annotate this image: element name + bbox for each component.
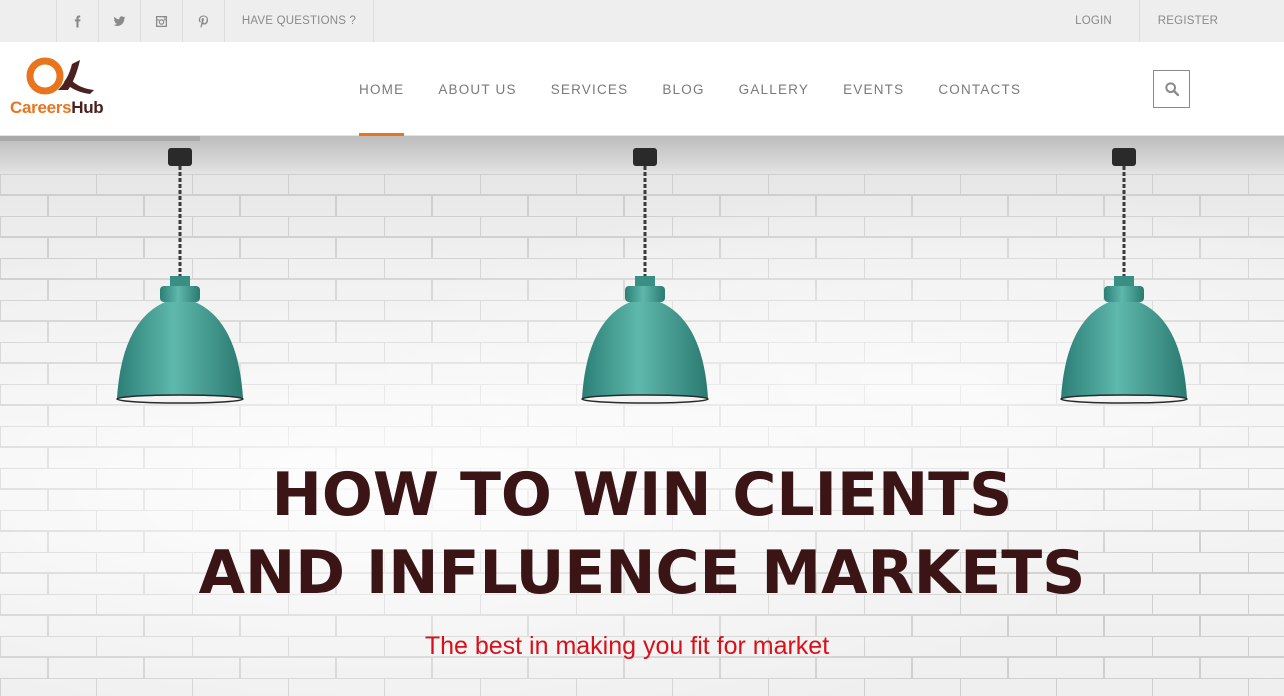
facebook-link[interactable] — [56, 0, 98, 42]
nav-item-blog[interactable]: BLOG — [645, 42, 721, 136]
nav-item-home[interactable]: HOME — [342, 42, 421, 136]
pendant-lamp-icon — [1060, 148, 1188, 404]
register-label: REGISTER — [1157, 15, 1219, 27]
site-logo[interactable]: CareersHub — [10, 50, 120, 120]
register-link[interactable]: REGISTER — [1139, 0, 1236, 42]
have-questions-label: HAVE QUESTIONS ? — [241, 15, 357, 27]
hero-banner: HOW TO WIN CLIENTS AND INFLUENCE MARKETS… — [0, 136, 1284, 696]
hero-headline: HOW TO WIN CLIENTS AND INFLUENCE MARKETS — [0, 456, 1284, 612]
pinterest-link[interactable] — [182, 0, 224, 42]
facebook-icon — [74, 15, 81, 27]
logo-text-careers: Careers — [10, 98, 72, 117]
search-button[interactable] — [1153, 70, 1190, 108]
logo-mark-icon — [26, 57, 94, 95]
nav-item-contacts[interactable]: CONTACTS — [921, 42, 1038, 136]
instagram-icon — [155, 15, 168, 27]
nav-item-services[interactable]: SERVICES — [534, 42, 646, 136]
pendant-lamp-icon — [581, 148, 709, 404]
twitter-icon — [113, 15, 126, 26]
twitter-link[interactable] — [98, 0, 140, 42]
main-nav: HOME ABOUT US SERVICES BLOG GALLERY EVEN… — [342, 42, 1038, 136]
login-label: LOGIN — [1075, 15, 1112, 27]
nav-item-gallery[interactable]: GALLERY — [722, 42, 826, 136]
hero-headline-line-2: AND INFLUENCE MARKETS — [198, 538, 1086, 608]
logo-text-hub: Hub — [71, 98, 104, 117]
login-link[interactable]: LOGIN — [1048, 0, 1139, 42]
instagram-link[interactable] — [140, 0, 182, 42]
search-icon — [1164, 82, 1179, 97]
nav-item-events[interactable]: EVENTS — [826, 42, 921, 136]
nav-item-about-us[interactable]: ABOUT US — [421, 42, 533, 136]
hero-headline-line-1: HOW TO WIN CLIENTS — [271, 460, 1013, 530]
main-header: CareersHub HOME ABOUT US SERVICES BLOG G… — [0, 42, 1284, 136]
logo-text: CareersHub — [10, 98, 104, 118]
have-questions-link[interactable]: HAVE QUESTIONS ? — [224, 0, 374, 42]
pinterest-icon — [198, 15, 209, 28]
top-bar: HAVE QUESTIONS ? LOGIN REGISTER — [0, 0, 1284, 42]
pendant-lamp-icon — [116, 148, 244, 404]
hero-tagline: The best in making you fit for market — [424, 632, 830, 660]
